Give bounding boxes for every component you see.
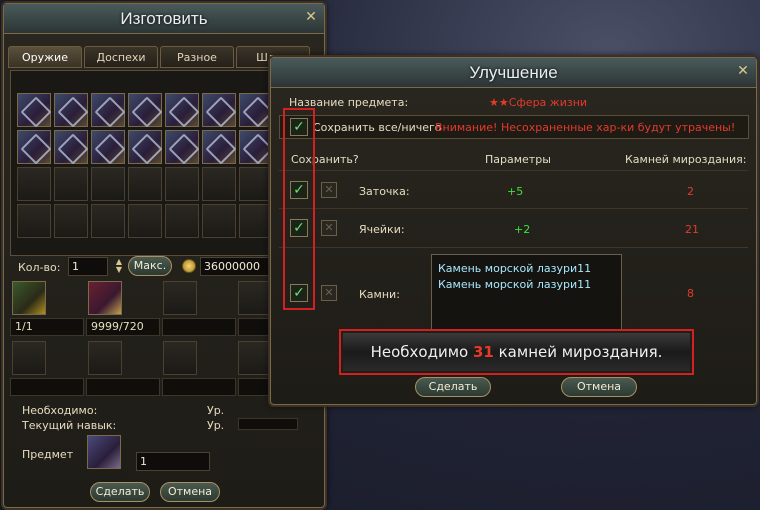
material-count-empty <box>162 378 236 396</box>
recipe-item-slot[interactable] <box>202 130 236 164</box>
recipe-item-slot[interactable] <box>54 93 88 127</box>
close-icon[interactable]: ✕ <box>736 64 750 78</box>
required-prefix: Необходимо <box>370 343 469 361</box>
recipe-item-slot[interactable] <box>202 93 236 127</box>
material-empty-slot <box>163 281 197 315</box>
tab-weapons[interactable]: Оружие <box>8 46 82 68</box>
discard-stones-icon[interactable]: ✕ <box>321 285 337 301</box>
recipe-item-slot[interactable] <box>165 93 199 127</box>
item-name: ★★Сфера жизни <box>489 96 588 109</box>
gold-coin-icon <box>182 259 196 273</box>
material-empty-slot <box>238 341 272 375</box>
warning-text: Внимание! Несохраненные хар-ки будут утр… <box>435 121 736 134</box>
row-name: Заточка: <box>359 185 410 198</box>
craft-title: Изготовить <box>4 4 324 34</box>
recipe-empty-slot <box>128 204 162 238</box>
craft-cancel-button[interactable]: Отмена <box>160 482 220 502</box>
discard-sharpening-icon[interactable]: ✕ <box>321 182 337 198</box>
material-slot[interactable] <box>12 281 46 315</box>
recipe-item-slot[interactable] <box>165 130 199 164</box>
skill-bar <box>238 418 298 430</box>
stone-item: Камень морской лазури11 <box>438 278 592 291</box>
recipe-item-slot[interactable] <box>17 130 51 164</box>
close-icon[interactable]: ✕ <box>304 10 318 24</box>
recipe-item-slot[interactable] <box>128 130 162 164</box>
col-stones-header: Камней мироздания: <box>625 153 747 166</box>
qty-stepper-icon[interactable]: ▲ ▼ <box>114 258 124 274</box>
material-empty-slot <box>88 341 122 375</box>
col-params-header: Параметры <box>485 153 551 166</box>
stone-item: Камень морской лазури11 <box>438 262 592 275</box>
tab-armor[interactable]: Доспехи <box>84 46 158 68</box>
recipe-empty-slot <box>202 204 236 238</box>
recipe-item-slot[interactable] <box>239 130 273 164</box>
recipe-empty-slot <box>128 167 162 201</box>
recipe-empty-slot <box>17 167 51 201</box>
material-empty-slot <box>163 341 197 375</box>
recipe-item-slot[interactable] <box>91 130 125 164</box>
recipe-empty-slot <box>91 167 125 201</box>
required-count: 31 <box>472 343 494 361</box>
result-item-slot[interactable] <box>87 435 121 469</box>
stones-list: Камень морской лазури11 Камень морской л… <box>431 254 622 330</box>
recipe-empty-slot <box>239 167 273 201</box>
upgrade-title: Улучшение <box>271 58 756 88</box>
recipe-empty-slot <box>91 204 125 238</box>
save-all-label: Сохранить все/ничего <box>313 121 442 134</box>
discard-slots-icon[interactable]: ✕ <box>321 220 337 236</box>
recipe-empty-slot <box>54 167 88 201</box>
recipe-empty-slot <box>239 204 273 238</box>
material-count-empty <box>162 318 236 336</box>
craft-make-button[interactable]: Сделать <box>90 482 150 502</box>
row-param: +5 <box>507 185 524 198</box>
recipe-item-slot[interactable] <box>128 93 162 127</box>
max-button[interactable]: Макс. <box>128 256 172 276</box>
recipe-item-slot[interactable] <box>54 130 88 164</box>
material-empty-slot <box>12 341 46 375</box>
upgrade-make-button[interactable]: Сделать <box>415 377 491 397</box>
recipe-item-slot[interactable] <box>239 93 273 127</box>
upgrade-cancel-button[interactable]: Отмена <box>561 377 637 397</box>
upgrade-window: Улучшение ✕ Название предмета: ★★Сфера ж… <box>270 57 757 405</box>
row-name: Ячейки: <box>359 223 405 236</box>
required-banner: Необходимо 31 камней мироздания. <box>343 333 690 371</box>
divider <box>279 170 748 171</box>
required-label: Необходимо: <box>22 404 98 417</box>
result-qty-field[interactable]: 1 <box>136 452 210 471</box>
craft-tabs: Оружие Доспехи Разное Шлем <box>8 46 310 68</box>
tab-misc[interactable]: Разное <box>160 46 234 68</box>
required-suffix: камней мироздания. <box>498 343 663 361</box>
divider <box>279 208 748 209</box>
material-count-empty <box>10 378 84 396</box>
row-name: Камни: <box>359 288 400 301</box>
material-empty-slot <box>238 281 272 315</box>
row-stones: 21 <box>685 223 699 236</box>
recipe-empty-slot <box>202 167 236 201</box>
level-label: Ур. <box>207 404 225 417</box>
material-slot[interactable] <box>88 281 122 315</box>
material-count-empty <box>86 378 160 396</box>
recipe-item-slot[interactable] <box>91 93 125 127</box>
qty-label: Кол-во: <box>18 261 61 274</box>
material-count: 1/1 <box>10 318 84 336</box>
recipe-empty-slot <box>165 204 199 238</box>
divider <box>279 247 748 248</box>
level-label: Ур. <box>207 419 225 432</box>
recipe-empty-slot <box>165 167 199 201</box>
qty-input[interactable]: 1 <box>68 257 108 276</box>
current-skill-label: Текущий навык: <box>22 419 117 432</box>
row-stones: 2 <box>687 185 694 198</box>
item-label: Предмет <box>22 448 74 461</box>
recipe-empty-slot <box>54 204 88 238</box>
row-stones: 8 <box>687 287 694 300</box>
recipe-item-slot[interactable] <box>17 93 51 127</box>
highlight-save-column <box>283 108 315 310</box>
row-param: +2 <box>514 223 531 236</box>
recipe-empty-slot <box>17 204 51 238</box>
material-count: 9999/720 <box>86 318 160 336</box>
